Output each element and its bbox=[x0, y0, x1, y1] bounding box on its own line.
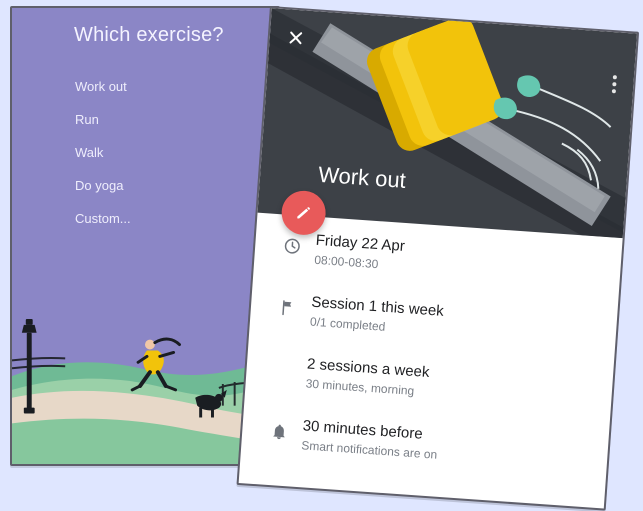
close-button[interactable] bbox=[283, 25, 309, 51]
clock-icon bbox=[281, 234, 304, 257]
flag-icon bbox=[276, 296, 299, 319]
edit-icon bbox=[297, 207, 310, 219]
bell-icon bbox=[268, 420, 291, 443]
more-options-button[interactable] bbox=[605, 72, 625, 97]
exercise-option-do-yoga[interactable]: Do yoga bbox=[75, 179, 131, 192]
left-title: Which exercise? bbox=[74, 24, 224, 46]
exercise-option-run[interactable]: Run bbox=[75, 113, 131, 126]
exercise-option-walk[interactable]: Walk bbox=[75, 146, 131, 159]
more-vert-icon bbox=[611, 75, 618, 94]
park-illustration bbox=[12, 299, 278, 464]
left-screen: Which exercise? Work out Run Walk Do yog… bbox=[10, 6, 280, 466]
exercise-option-custom[interactable]: Custom... bbox=[75, 212, 131, 225]
exercise-details-card: Work out Friday 22 Apr 08:00-08:30 Sessi… bbox=[236, 6, 640, 511]
exercise-options: Work out Run Walk Do yoga Custom... bbox=[75, 80, 131, 225]
date-secondary: 08:00-08:30 bbox=[313, 252, 379, 271]
exercise-option-work-out[interactable]: Work out bbox=[75, 80, 131, 93]
details-list: Friday 22 Apr 08:00-08:30 Session 1 this… bbox=[240, 223, 622, 496]
close-icon bbox=[289, 31, 303, 45]
date-primary: Friday 22 Apr bbox=[315, 231, 406, 255]
